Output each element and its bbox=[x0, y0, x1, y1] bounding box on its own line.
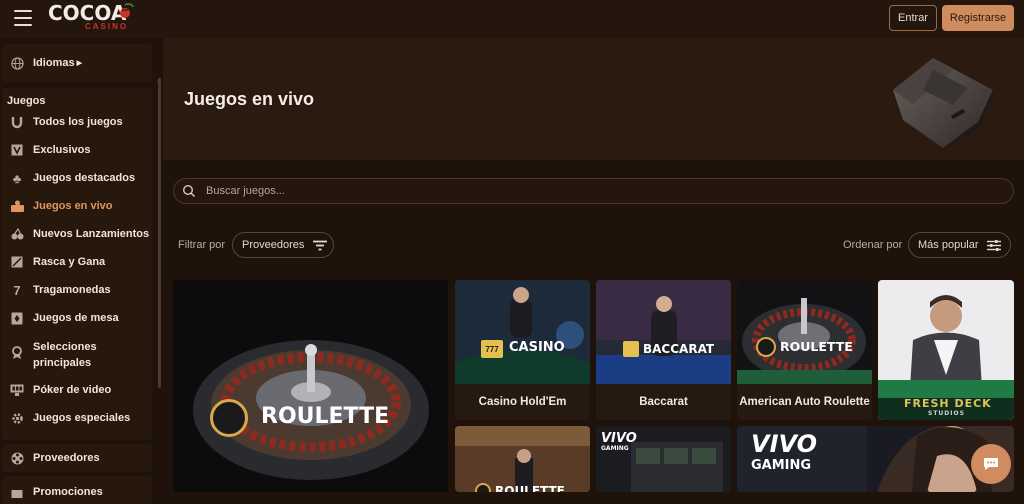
register-button[interactable]: Registrarse bbox=[942, 5, 1014, 31]
games-nav: Juegos Todos los juegos Exclusivos ♣ Jue… bbox=[2, 88, 152, 440]
filter-icon bbox=[313, 240, 328, 251]
live-dealer-icon bbox=[10, 199, 24, 213]
sidebar-item-scratch[interactable]: Rasca y Gana bbox=[10, 255, 105, 269]
globe-icon bbox=[10, 56, 24, 70]
roulette-wheel-art bbox=[173, 280, 448, 492]
game-title: Casino Hold'Em bbox=[455, 384, 590, 420]
sidebar-item-table-games[interactable]: Juegos de mesa bbox=[10, 311, 119, 325]
sidebar-item-all-games[interactable]: Todos los juegos bbox=[10, 115, 123, 129]
live-roulette-art bbox=[455, 426, 590, 492]
game-art-sublabel: GAMING bbox=[751, 458, 812, 473]
search-bar[interactable] bbox=[173, 178, 1014, 204]
language-label: Idiomas bbox=[33, 57, 75, 69]
cherry-icon bbox=[120, 3, 134, 18]
game-art-label: VIVO bbox=[601, 431, 637, 446]
caret-right-icon: ▶ bbox=[76, 60, 82, 67]
hero-banner: Juegos en vivo bbox=[163, 38, 1024, 160]
game-art-label: BACCARAT bbox=[643, 342, 715, 356]
game-card-roulette-large[interactable]: ROULETTE bbox=[173, 280, 448, 492]
game-card-baccarat[interactable]: BACCARAT Baccarat bbox=[596, 280, 731, 420]
page-title: Juegos en vivo bbox=[184, 89, 315, 109]
sidebar-item-video-poker[interactable]: Póker de video bbox=[10, 383, 111, 397]
video-poker-icon bbox=[10, 383, 24, 397]
menu-icon[interactable] bbox=[14, 10, 32, 26]
game-art-label: VIVO bbox=[751, 430, 818, 458]
vivo-badge-icon bbox=[210, 399, 248, 437]
games-heading: Juegos bbox=[7, 95, 46, 107]
game-card-vivo-gaming-lobby[interactable]: VIVO GAMING bbox=[596, 426, 731, 492]
logo[interactable]: COCOA CASINO bbox=[48, 3, 138, 35]
game-card-american-auto-roulette[interactable]: ROULETTE American Auto Roulette bbox=[737, 280, 872, 420]
game-card-fresh-deck[interactable]: FRESH DECK STUDIOS bbox=[878, 280, 1014, 420]
sidebar-item-exclusive[interactable]: Exclusivos bbox=[10, 143, 90, 157]
game-art-sublabel: GAMING bbox=[601, 445, 629, 452]
sidebar-item-live-games[interactable]: Juegos en vivo bbox=[10, 199, 112, 213]
sidebar-item-top-picks[interactable]: Selecciones principales bbox=[10, 339, 123, 371]
filter-label: Filtrar por bbox=[178, 239, 226, 251]
cherries-icon bbox=[10, 227, 24, 241]
sort-dropdown[interactable]: Más popular bbox=[908, 232, 1011, 258]
game-art-label: ROULETTE bbox=[780, 339, 853, 354]
gift-icon bbox=[10, 485, 24, 499]
exclusive-icon bbox=[10, 143, 24, 157]
cards-icon bbox=[623, 341, 639, 357]
game-art-sublabel: STUDIOS bbox=[928, 410, 965, 417]
order-label: Ordenar por bbox=[843, 239, 903, 251]
sidebar-item-new-releases[interactable]: Nuevos Lanzamientos bbox=[10, 227, 149, 241]
game-art-label: CASINO bbox=[509, 340, 565, 355]
game-card-casino-holdem[interactable]: 777 CASINO Casino Hold'Em bbox=[455, 280, 590, 420]
award-icon bbox=[10, 345, 24, 359]
game-card-roulette-live[interactable]: ROULETTE bbox=[455, 426, 590, 492]
baccarat-art bbox=[596, 280, 731, 384]
vivo-badge-icon bbox=[756, 337, 776, 357]
search-input[interactable] bbox=[206, 185, 906, 197]
clover-icon: ♣ bbox=[12, 170, 22, 186]
sidebar-item-providers[interactable]: Proveedores bbox=[2, 444, 152, 472]
language-selector[interactable]: Idiomas ▶ bbox=[2, 44, 152, 82]
sidebar-scrollbar[interactable] bbox=[158, 78, 161, 388]
scratch-card-icon bbox=[10, 255, 24, 269]
reel-icon bbox=[10, 451, 24, 465]
providers-filter[interactable]: Proveedores bbox=[232, 232, 334, 258]
seven-icon: 7 bbox=[13, 282, 21, 298]
chat-button[interactable] bbox=[971, 444, 1011, 484]
table-game-icon bbox=[10, 311, 24, 325]
game-title: American Auto Roulette bbox=[737, 384, 872, 420]
main-content: Juegos en vivo Filtrar por Proveedores O… bbox=[163, 38, 1024, 492]
logo-subtext: CASINO bbox=[85, 22, 129, 31]
sidebar-item-slots[interactable]: 7 Tragamonedas bbox=[10, 282, 110, 298]
horseshoe-icon bbox=[10, 115, 24, 129]
sidebar: Idiomas ▶ Juegos Todos los juegos Exclus… bbox=[0, 38, 163, 504]
search-icon bbox=[182, 184, 195, 197]
sidebar-item-special-games[interactable]: Juegos especiales bbox=[10, 411, 130, 425]
american-roulette-art bbox=[737, 280, 872, 384]
vivo-badge-icon bbox=[475, 483, 491, 492]
777-icon: 777 bbox=[481, 340, 503, 358]
login-button[interactable]: Entrar bbox=[889, 5, 937, 31]
sidebar-item-featured[interactable]: ♣ Juegos destacados bbox=[10, 170, 135, 186]
card-shoe-icon bbox=[893, 58, 993, 150]
sliders-icon bbox=[986, 239, 1001, 251]
game-art-label: FRESH DECK bbox=[904, 397, 992, 410]
sidebar-item-promotions[interactable]: Promociones bbox=[2, 476, 152, 504]
game-title: Baccarat bbox=[596, 384, 731, 420]
chat-icon bbox=[984, 458, 998, 470]
top-bar: COCOA CASINO Entrar Registrarse bbox=[0, 0, 1024, 38]
special-games-icon bbox=[10, 411, 24, 425]
casino-holdem-art bbox=[455, 280, 590, 384]
game-art-label: ROULETTE bbox=[261, 404, 390, 429]
game-art-label: ROULETTE bbox=[495, 484, 565, 492]
